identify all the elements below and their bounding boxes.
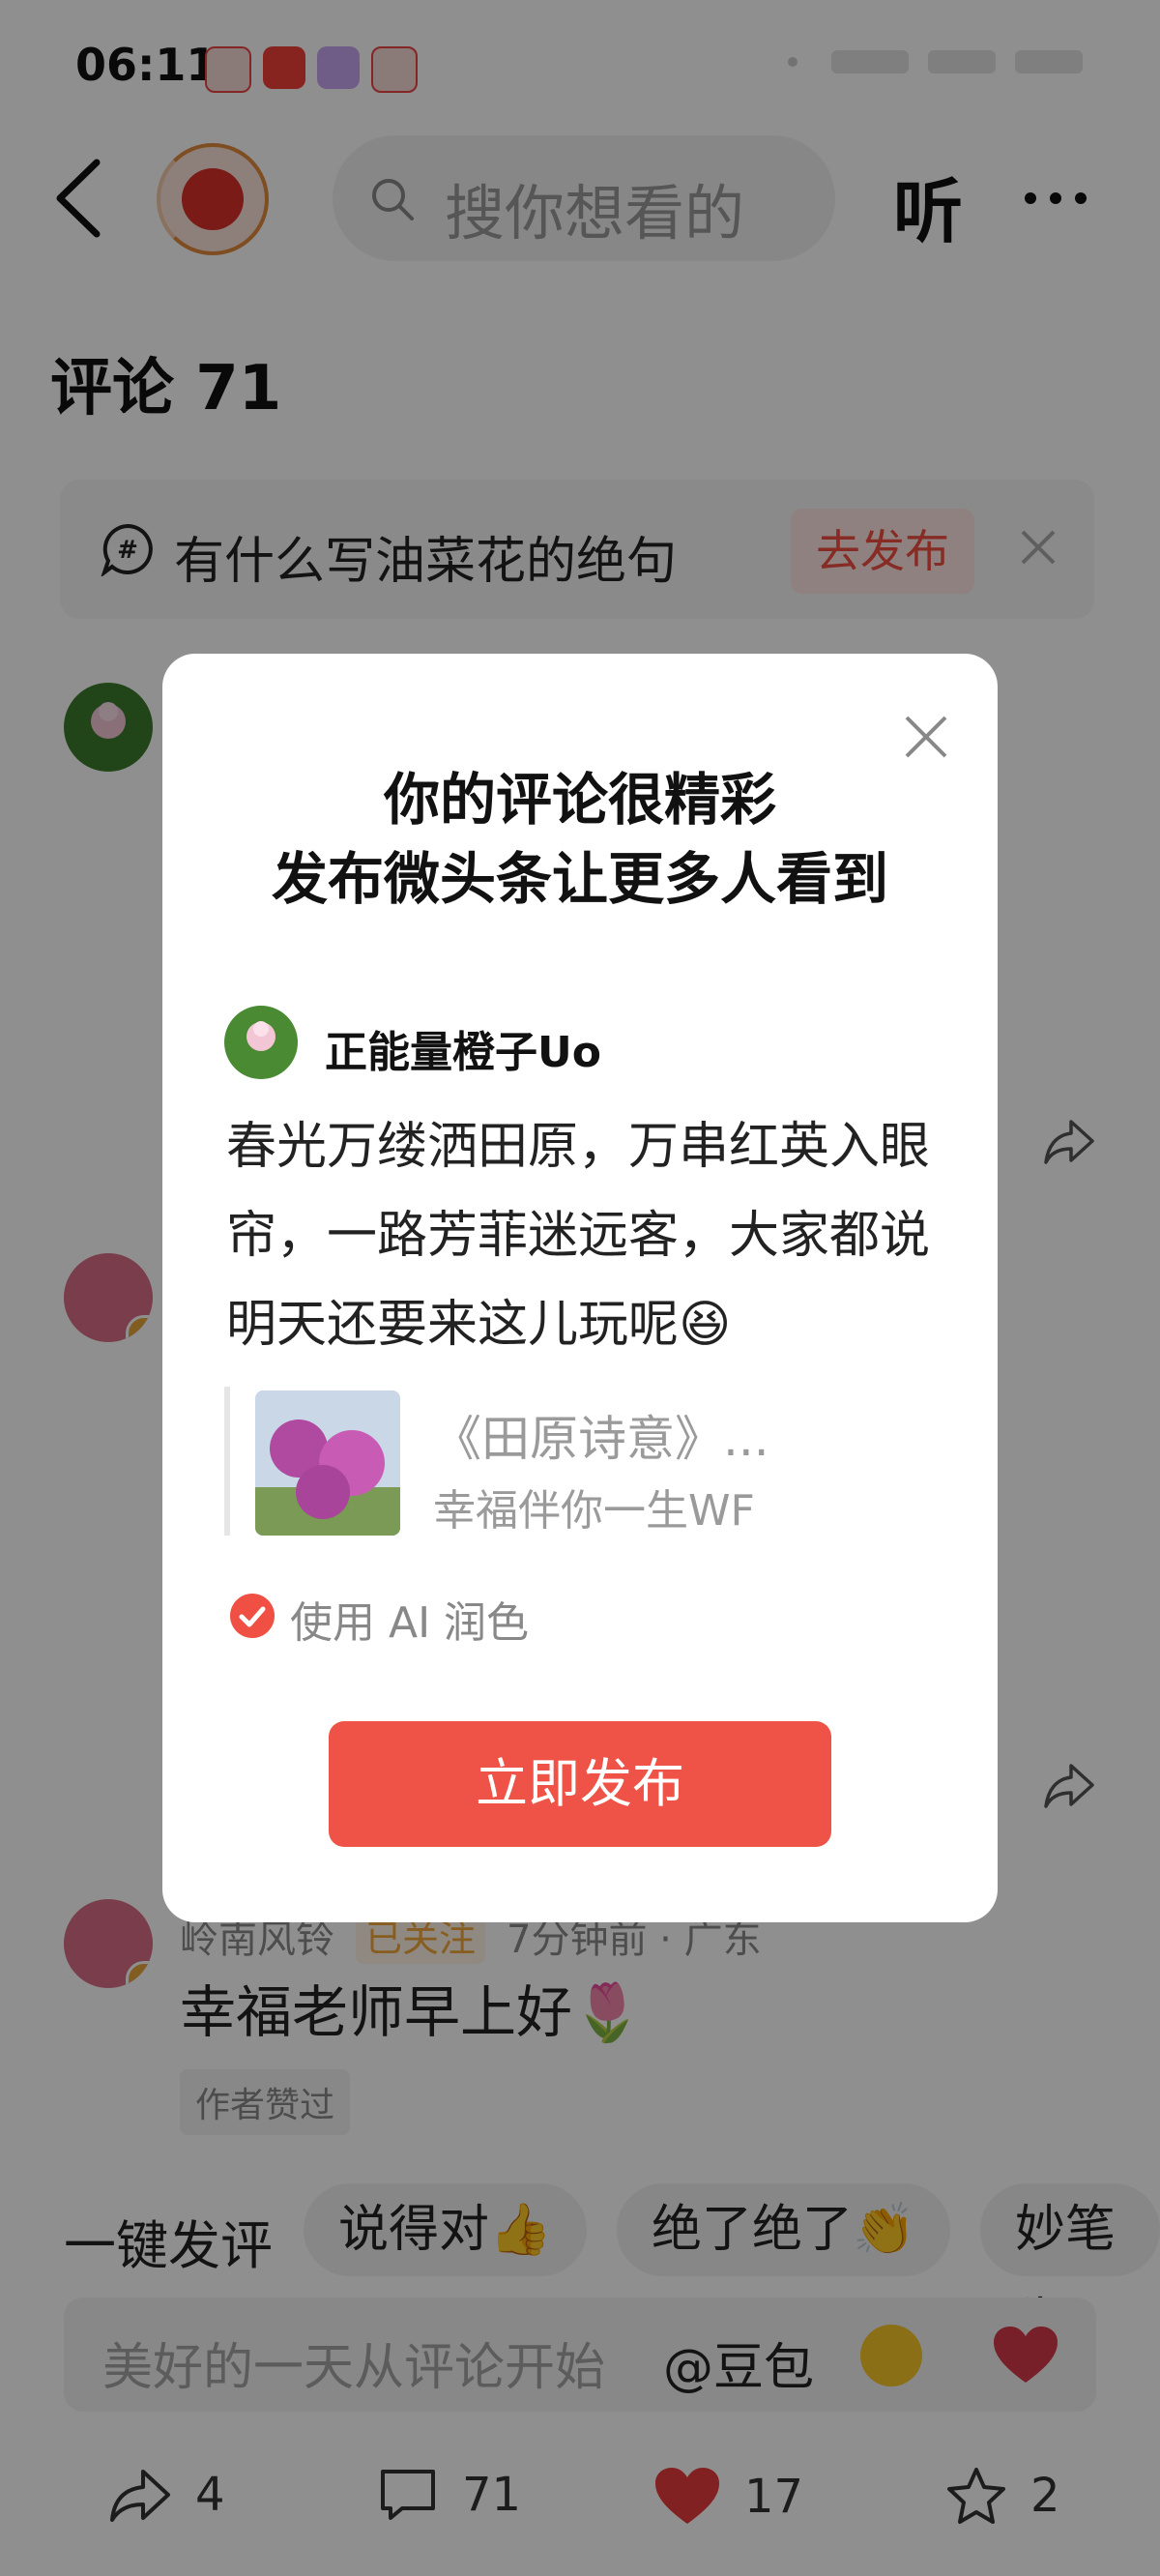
quoted-article: 《田原诗意》... 幸福伴你一生WF: [224, 1387, 945, 1536]
modal-title-line1: 你的评论很精彩: [383, 767, 776, 833]
publish-modal: 你的评论很精彩 发布微头条让更多人看到 正能量橙子Uo 春光万缕洒田原，万串红英…: [162, 654, 998, 1922]
modal-username: 正能量橙子Uo: [325, 1028, 601, 1077]
user-avatar: [224, 1006, 298, 1079]
quoted-author: 幸福伴你一生WF: [433, 1486, 755, 1536]
quoted-title: 《田原诗意》...: [433, 1411, 769, 1467]
close-icon[interactable]: [899, 710, 953, 764]
modal-title-line2: 发布微头条让更多人看到: [271, 846, 888, 912]
lotus-avatar-image: [246, 1021, 276, 1051]
modal-title: 你的评论很精彩 发布微头条让更多人看到: [162, 760, 998, 919]
publish-now-button[interactable]: 立即发布: [329, 1721, 831, 1847]
ai-polish-label[interactable]: 使用 AI 润色: [290, 1588, 529, 1650]
article-thumbnail: [255, 1390, 400, 1536]
modal-comment-text: 春光万缕洒田原，万串红英入眼帘，一路芳菲迷远客，大家都说明天还要来这儿玩呢😆: [226, 1118, 931, 1354]
checkbox-checked-icon[interactable]: [230, 1594, 275, 1638]
